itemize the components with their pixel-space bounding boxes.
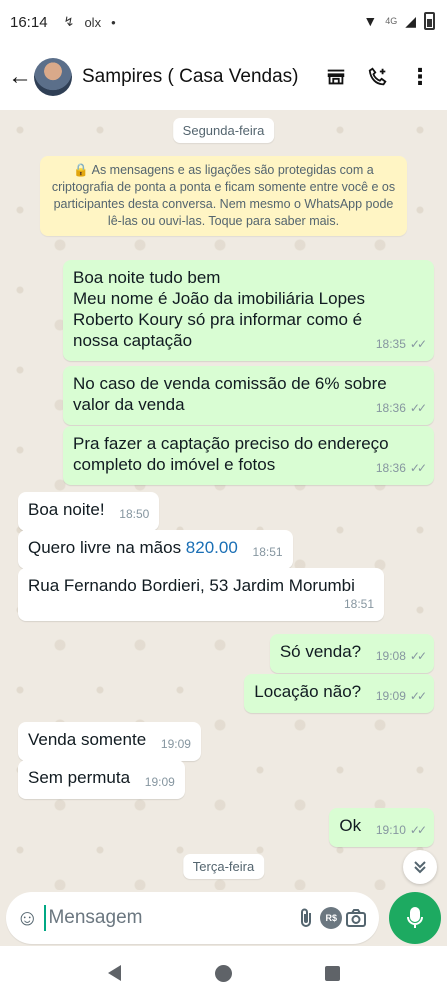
- input-bar: ☺ R$: [0, 890, 447, 946]
- message-bubble-incoming[interactable]: Quero livre na mãos 820.00 18:51: [18, 530, 293, 569]
- message-text: Só venda?: [279, 642, 362, 661]
- mic-icon: [407, 907, 423, 928]
- message-bubble-outgoing[interactable]: Locação não? 19:09 ✓✓: [244, 674, 434, 713]
- message-text: Locação não?: [254, 682, 362, 701]
- message-time: 19:09: [375, 689, 406, 703]
- read-ticks-icon: ✓✓: [409, 649, 427, 663]
- read-ticks-icon: ✓✓: [409, 461, 427, 475]
- payment-label: R$: [320, 907, 343, 929]
- wifi-icon: ▼: [363, 13, 378, 29]
- message-text-line: completo do imóvel e fotos: [73, 455, 276, 474]
- message-text: No caso de venda comissão de 6% sobre: [73, 374, 387, 393]
- message-text: nossa captação 18:35 ✓✓: [73, 330, 427, 351]
- payment-icon[interactable]: R$: [319, 896, 344, 940]
- avatar[interactable]: [34, 58, 72, 96]
- camera-icon[interactable]: [344, 896, 369, 940]
- message-text: valor da venda 18:36 ✓✓: [73, 394, 427, 415]
- message-text: Roberto Koury só pra informar como é: [73, 310, 363, 329]
- message-text: Meu nome é João da imobiliária Lopes: [73, 289, 366, 308]
- status-bar: 16:14 ↯ olx • ▼ 4G ◢: [0, 0, 447, 44]
- battery-icon: [424, 12, 435, 30]
- dot-icon: •: [111, 14, 116, 30]
- message-time: 19:08: [375, 649, 406, 663]
- message-bubble-incoming[interactable]: Rua Fernando Bordieri, 53 Jardim Morumbi…: [18, 568, 384, 621]
- message-bubble-incoming[interactable]: Sem permuta 19:09: [18, 760, 185, 799]
- read-ticks-icon: ✓✓: [409, 689, 427, 703]
- message-text: Ok: [339, 816, 362, 835]
- message-text: Boa noite!: [28, 500, 105, 519]
- emoji-icon[interactable]: ☺: [16, 905, 38, 931]
- message-meta: 18:36 ✓✓: [375, 398, 427, 419]
- message-meta: 19:09 ✓✓: [375, 686, 427, 707]
- message-time: 19:09: [144, 775, 175, 789]
- add-call-icon[interactable]: [357, 56, 399, 98]
- message-input[interactable]: [44, 905, 294, 931]
- status-right: ▼ 4G ◢: [363, 12, 435, 30]
- message-text: Boa noite tudo bem: [73, 268, 221, 287]
- date-chip-monday: Segunda-feira: [172, 118, 275, 143]
- message-text: Quero livre na mãos: [28, 538, 186, 557]
- message-bubble-outgoing[interactable]: Boa noite tudo bem Meu nome é João da im…: [63, 260, 434, 361]
- nav-recents-icon[interactable]: [313, 953, 353, 993]
- message-bubble-outgoing[interactable]: No caso de venda comissão de 6% sobre va…: [63, 366, 434, 425]
- message-meta: 19:08 ✓✓: [375, 646, 427, 667]
- message-time: 18:51: [343, 597, 374, 611]
- missed-call-icon: ↯: [63, 14, 75, 29]
- signal-icon: ◢: [405, 12, 416, 29]
- chat-header: ← Sampires ( Casa Vendas) ⋮: [0, 44, 447, 110]
- message-time: 18:50: [119, 507, 150, 521]
- message-text: Venda somente: [28, 730, 147, 749]
- message-composer: ☺ R$: [6, 892, 379, 944]
- message-text: Rua Fernando Bordieri, 53 Jardim Morumbi: [28, 576, 355, 595]
- message-time: 18:35: [375, 337, 406, 351]
- message-time: 19:10: [375, 823, 406, 837]
- message-bubble-outgoing[interactable]: Só venda? 19:08 ✓✓: [269, 634, 434, 673]
- back-button[interactable]: ←: [8, 63, 32, 91]
- mic-button[interactable]: [389, 892, 441, 944]
- message-time: 18:36: [375, 401, 406, 415]
- message-text-line: nossa captação: [73, 331, 193, 350]
- read-ticks-icon: ✓✓: [409, 401, 427, 415]
- more-vert-icon[interactable]: ⋮: [399, 56, 441, 98]
- message-meta: 18:35 ✓✓: [375, 334, 427, 355]
- read-ticks-icon: ✓✓: [409, 337, 427, 351]
- read-ticks-icon: ✓✓: [409, 823, 427, 837]
- message-meta: 18:36 ✓✓: [375, 458, 427, 479]
- status-time: 16:14: [10, 13, 48, 31]
- system-nav-bar: [0, 946, 447, 1000]
- network-label: 4G: [385, 16, 398, 26]
- storefront-icon[interactable]: [315, 56, 357, 98]
- message-time: 18:36: [375, 461, 406, 475]
- message-bubble-outgoing[interactable]: Pra fazer a captação preciso do endereço…: [63, 426, 434, 485]
- encryption-notice[interactable]: 🔒 As mensagens e as ligações são protegi…: [40, 156, 407, 236]
- message-text: completo do imóvel e fotos 18:36 ✓✓: [73, 454, 427, 475]
- message-bubble-outgoing[interactable]: Ok 19:10 ✓✓: [329, 808, 434, 847]
- date-chip-tuesday: Terça-feira: [182, 854, 265, 879]
- contact-name[interactable]: Sampires ( Casa Vendas): [82, 66, 315, 88]
- nav-back-icon[interactable]: [95, 953, 135, 993]
- nav-home-icon[interactable]: [204, 953, 244, 993]
- chat-area[interactable]: Segunda-feira 🔒 As mensagens e as ligaçõ…: [0, 110, 447, 890]
- attach-icon[interactable]: [293, 896, 318, 940]
- message-bubble-incoming[interactable]: Boa noite! 18:50: [18, 492, 160, 531]
- phone-number-link[interactable]: 820.00: [186, 538, 238, 557]
- message-text: Pra fazer a captação preciso do endereço: [73, 434, 389, 453]
- message-bubble-incoming[interactable]: Venda somente 19:09: [18, 722, 201, 761]
- double-chevron-down-icon[interactable]: [403, 850, 437, 884]
- message-time: 19:09: [160, 737, 191, 751]
- message-time: 18:51: [252, 545, 283, 559]
- message-meta: 19:10 ✓✓: [375, 820, 427, 841]
- message-text-line: valor da venda: [73, 395, 185, 414]
- olx-notification-icon: olx: [84, 14, 102, 30]
- message-text: Sem permuta: [28, 768, 131, 787]
